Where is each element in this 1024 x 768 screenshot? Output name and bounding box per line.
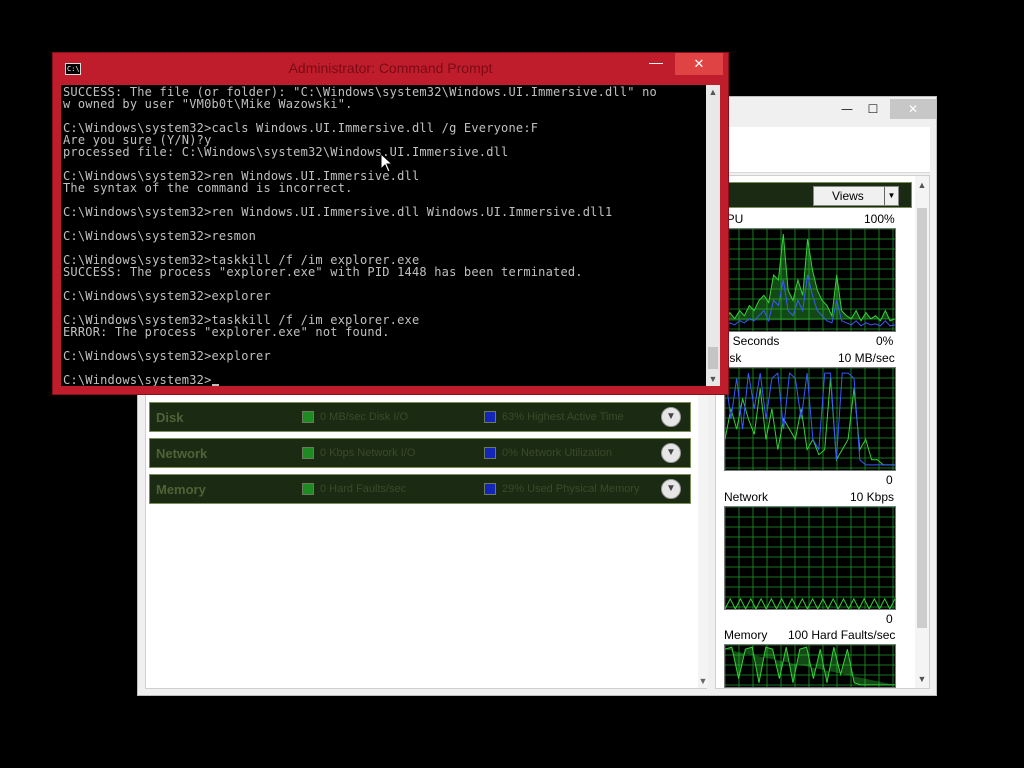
resmon-close-button[interactable]: ✕ — [890, 99, 936, 119]
cpu-graph — [724, 228, 896, 332]
disk-active-swatch — [484, 411, 496, 423]
cmd-window-title: Administrator: Command Prompt — [288, 60, 493, 76]
cmd-output-line: C:\Windows\system32>ren Windows.UI.Immer… — [63, 205, 613, 219]
cmd-output-line: C:\Windows\system32>resmon — [63, 229, 257, 243]
cpu-graph-min: 0% — [876, 334, 894, 348]
scroll-down-arrow-icon[interactable]: ▼ — [698, 676, 708, 686]
cmd-scroll-down-arrow-icon[interactable]: ▼ — [706, 374, 720, 384]
resmon-maximize-button[interactable]: ☐ — [860, 99, 886, 119]
cmd-scrollbar[interactable]: ▲ ▼ — [706, 85, 720, 386]
resmon-minimize-button[interactable]: — — [834, 99, 860, 119]
network-graph-min: 0 — [886, 612, 893, 626]
mouse-pointer-icon — [380, 153, 394, 173]
memory-used-metric: 29% Used Physical Memory — [502, 483, 640, 495]
network-io-line — [725, 597, 895, 609]
disk-io-metric: 0 MB/sec Disk I/O — [320, 411, 409, 423]
cmd-close-button[interactable]: ✕ — [675, 53, 723, 75]
memory-used-swatch — [484, 483, 496, 495]
network-io-swatch — [302, 447, 314, 459]
section-network-label: Network — [156, 446, 208, 461]
scroll-down-arrow-icon[interactable]: ▼ — [915, 674, 929, 684]
cmd-output-line: C:\Windows\system32>explorer — [63, 349, 271, 363]
cmd-output: SUCCESS: The file (or folder): "C:\Windo… — [63, 86, 703, 386]
views-chevron-down-icon[interactable]: ▼ — [884, 187, 898, 205]
views-label: Views — [832, 189, 864, 203]
memory-graph — [724, 644, 896, 688]
memory-graph-title: Memory — [724, 628, 768, 642]
expand-memory-chevron-icon[interactable]: ▼ — [661, 479, 681, 499]
network-graph — [724, 506, 896, 610]
graph-panel-header: Views ▼ — [716, 182, 912, 208]
memory-faults-line — [725, 646, 895, 686]
views-dropdown[interactable]: Views ▼ — [813, 186, 899, 206]
command-prompt-window[interactable]: C:\ Administrator: Command Prompt — ✕ SU… — [52, 52, 729, 395]
cmd-output-line: The syntax of the command is incorrect. — [63, 181, 353, 195]
cmd-titlebar[interactable]: C:\ Administrator: Command Prompt — ✕ — [53, 53, 728, 83]
cpu-graph-max: 100% — [864, 212, 895, 226]
expand-network-chevron-icon[interactable]: ▼ — [661, 443, 681, 463]
memory-graph-max: 100 Hard Faults/sec — [788, 628, 896, 642]
disk-io-line — [725, 378, 895, 466]
resmon-graph-panel: Views ▼ CPU 100% 60 Seconds 0% Disk 10 M… — [715, 175, 930, 689]
section-network-header[interactable]: Network 0 Kbps Network I/O 0% Network Ut… — [149, 438, 691, 468]
cmd-output-line: SUCCESS: The process "explorer.exe" with… — [63, 265, 583, 279]
cmd-scroll-thumb[interactable] — [708, 347, 718, 369]
scroll-up-arrow-icon[interactable]: ▲ — [915, 180, 929, 190]
disk-active-metric: 63% Highest Active Time — [502, 411, 624, 423]
memory-faults-swatch — [302, 483, 314, 495]
cmd-text-caret — [211, 384, 219, 386]
cmd-minimize-button[interactable]: — — [641, 53, 671, 75]
network-io-metric: 0 Kbps Network I/O — [320, 447, 416, 459]
cmd-output-line: w owned by user "VM0b0t\Mike Wazowski". — [63, 97, 353, 111]
disk-graph-max: 10 MB/sec — [838, 351, 895, 365]
disk-graph-min: 0 — [886, 473, 893, 487]
cmd-output-line: C:\Windows\system32> — [63, 374, 703, 386]
expand-disk-chevron-icon[interactable]: ▼ — [661, 407, 681, 427]
cpu-activity-line — [725, 234, 895, 322]
section-memory-header[interactable]: Memory 0 Hard Faults/sec 29% Used Physic… — [149, 474, 691, 504]
graph-panel-scrollbar[interactable]: ▲ ▼ — [915, 176, 929, 688]
section-memory-label: Memory — [156, 482, 206, 497]
memory-faults-metric: 0 Hard Faults/sec — [320, 483, 407, 495]
disk-graph — [724, 367, 896, 471]
cmd-output-line: ERROR: The process "explorer.exe" not fo… — [63, 325, 390, 339]
network-util-swatch — [484, 447, 496, 459]
network-util-metric: 0% Network Utilization — [502, 447, 613, 459]
disk-io-swatch — [302, 411, 314, 423]
cmd-output-line: C:\Windows\system32>explorer — [63, 289, 271, 303]
network-graph-max: 10 Kbps — [850, 490, 895, 504]
cmd-console[interactable]: SUCCESS: The file (or folder): "C:\Windo… — [61, 85, 720, 386]
section-disk-label: Disk — [156, 410, 184, 425]
graph-scroll-thumb[interactable] — [917, 208, 927, 628]
network-graph-title: Network — [724, 490, 769, 504]
cmd-scroll-up-arrow-icon[interactable]: ▲ — [706, 87, 720, 97]
section-disk-header[interactable]: Disk 0 MB/sec Disk I/O 63% Highest Activ… — [149, 402, 691, 432]
